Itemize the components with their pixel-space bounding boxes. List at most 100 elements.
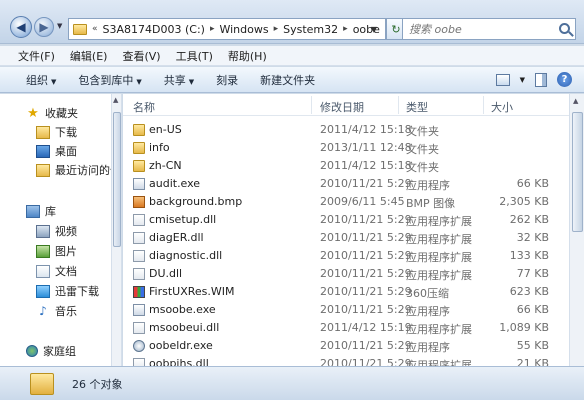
file-list-scroll-thumb[interactable]: [572, 112, 583, 232]
menu-help[interactable]: 帮助(H): [228, 48, 267, 64]
file-row[interactable]: DU.dll 2010/11/21 5:29 应用程序扩展 77 KB: [123, 265, 569, 283]
file-row[interactable]: audit.exe 2010/11/21 5:29 应用程序 66 KB: [123, 175, 569, 193]
file-size: 1,089 KB: [499, 321, 549, 334]
file-type: 应用程序扩展: [406, 215, 472, 228]
bitmap-image-icon: [133, 196, 145, 208]
file-name: background.bmp: [149, 195, 243, 208]
file-row[interactable]: en-US 2011/4/12 15:18 文件夹: [123, 121, 569, 139]
nav-videos-label: 视频: [55, 225, 77, 238]
new-folder-button[interactable]: 新建文件夹: [260, 72, 315, 88]
file-type: 应用程序扩展: [406, 251, 472, 264]
title-bar: ◀ ▶ ▼ « S3A8174D003 (C:) ▸ Windows ▸ Sys…: [0, 0, 584, 44]
file-row[interactable]: msoobe.exe 2010/11/21 5:29 应用程序 66 KB: [123, 301, 569, 319]
nav-videos[interactable]: 视频: [36, 222, 77, 240]
file-row[interactable]: FirstUXRes.WIM 2010/11/21 5:29 360压缩 623…: [123, 283, 569, 301]
file-name: audit.exe: [149, 177, 201, 190]
search-icon[interactable]: [559, 23, 570, 34]
nav-music[interactable]: ♪ 音乐: [36, 302, 77, 320]
breadcrumb-system32[interactable]: System32: [283, 23, 338, 36]
breadcrumb-drive[interactable]: S3A8174D003 (C:): [103, 23, 205, 36]
chevron-right-icon[interactable]: ▸: [343, 24, 348, 34]
file-row[interactable]: cmisetup.dll 2010/11/21 5:29 应用程序扩展 262 …: [123, 211, 569, 229]
chevron-right-icon[interactable]: ▸: [274, 24, 279, 34]
address-overflow-chevron[interactable]: «: [92, 24, 98, 34]
file-type: BMP 图像: [406, 197, 456, 210]
navigation-scroll-thumb[interactable]: [113, 112, 121, 247]
folder-icon: [133, 124, 145, 136]
file-date: 2010/11/21 5:29: [320, 267, 412, 280]
recent-pages-dropdown-icon[interactable]: ▼: [57, 22, 62, 30]
nav-documents[interactable]: 文档: [36, 262, 77, 280]
nav-desktop[interactable]: 桌面: [36, 142, 77, 160]
burn-button[interactable]: 刻录: [216, 72, 238, 88]
file-type: 应用程序: [406, 179, 450, 192]
menu-edit[interactable]: 编辑(E): [70, 48, 108, 64]
column-date[interactable]: 修改日期: [320, 99, 364, 115]
column-type[interactable]: 类型: [406, 99, 428, 115]
file-row[interactable]: oobeldr.exe 2010/11/21 5:29 应用程序 55 KB: [123, 337, 569, 355]
view-options-dropdown-icon[interactable]: ▼: [520, 76, 525, 84]
include-in-library-button[interactable]: 包含到库中 ▼: [78, 72, 141, 88]
libraries-icon: [26, 204, 40, 218]
file-row[interactable]: background.bmp 2009/6/11 5:45 BMP 图像 2,3…: [123, 193, 569, 211]
chevron-down-icon: ▼: [188, 77, 195, 86]
file-date: 2011/4/12 15:18: [320, 123, 412, 136]
preview-pane-icon[interactable]: [535, 72, 547, 87]
column-name[interactable]: 名称: [133, 99, 155, 115]
star-icon: ★: [27, 105, 39, 121]
chevron-right-icon[interactable]: ▸: [210, 24, 215, 34]
back-button[interactable]: ◀: [10, 16, 32, 38]
column-size[interactable]: 大小: [491, 99, 513, 115]
file-row[interactable]: oobpihs.dll 2010/11/21 5:29 应用程序扩展 21 KB: [123, 355, 569, 366]
column-divider[interactable]: [398, 96, 399, 114]
dll-icon: [133, 232, 145, 244]
file-size: 55 KB: [516, 339, 549, 352]
navigation-pane-scrollbar[interactable]: ▲: [112, 94, 122, 366]
column-divider[interactable]: [483, 96, 484, 114]
file-date: 2011/4/12 15:19: [320, 321, 412, 334]
file-type: 文件夹: [406, 125, 439, 138]
file-list-scrollbar[interactable]: ▲: [569, 94, 584, 366]
menu-view[interactable]: 查看(V): [122, 48, 160, 64]
nav-libraries[interactable]: 库: [26, 202, 56, 220]
file-size: 21 KB: [516, 357, 549, 366]
nav-pictures[interactable]: 图片: [36, 242, 77, 260]
file-type: 360压缩: [406, 287, 449, 300]
menu-tools[interactable]: 工具(T): [176, 48, 213, 64]
change-view-icon[interactable]: [495, 73, 510, 86]
nav-downloads[interactable]: 下载: [36, 123, 77, 141]
nav-libraries-label: 库: [45, 205, 56, 218]
nav-favorites[interactable]: ★ 收藏夹: [26, 104, 78, 122]
column-divider[interactable]: [311, 96, 312, 114]
homegroup-icon: [26, 345, 38, 357]
file-row[interactable]: msoobeui.dll 2011/4/12 15:19 应用程序扩展 1,08…: [123, 319, 569, 337]
music-icon: ♪: [39, 304, 47, 318]
column-header-row: 名称 修改日期 类型 大小: [123, 94, 569, 116]
file-row[interactable]: info 2013/1/11 12:48 文件夹: [123, 139, 569, 157]
address-bar[interactable]: « S3A8174D003 (C:) ▸ Windows ▸ System32 …: [68, 18, 386, 40]
address-dropdown-icon[interactable]: ▼: [362, 18, 386, 40]
menu-bar: 文件(F) 编辑(E) 查看(V) 工具(T) 帮助(H): [0, 46, 584, 66]
search-input[interactable]: [409, 22, 549, 36]
search-box[interactable]: [402, 18, 576, 40]
menu-file[interactable]: 文件(F): [18, 48, 55, 64]
help-icon[interactable]: ?: [557, 72, 572, 87]
status-bar: 26 个对象: [0, 366, 584, 400]
organize-button[interactable]: 组织 ▼: [26, 72, 56, 88]
scroll-up-icon[interactable]: ▲: [113, 96, 118, 104]
nav-recent-places[interactable]: 最近访问的位置: [36, 161, 111, 179]
nav-xunlei-downloads[interactable]: 迅雷下载: [36, 282, 99, 300]
nav-homegroup[interactable]: 家庭组: [26, 342, 76, 360]
share-button[interactable]: 共享 ▼: [164, 72, 194, 88]
breadcrumb-windows[interactable]: Windows: [219, 23, 268, 36]
chevron-down-icon: ▼: [51, 77, 57, 86]
archive-icon: [133, 286, 145, 298]
nav-recent-label: 最近访问的位置: [55, 164, 111, 177]
file-size: 77 KB: [516, 267, 549, 280]
file-row[interactable]: diagnostic.dll 2010/11/21 5:29 应用程序扩展 13…: [123, 247, 569, 265]
forward-button[interactable]: ▶: [34, 17, 54, 37]
file-row[interactable]: zh-CN 2011/4/12 15:18 文件夹: [123, 157, 569, 175]
file-row[interactable]: diagER.dll 2010/11/21 5:29 应用程序扩展 32 KB: [123, 229, 569, 247]
scroll-up-icon[interactable]: ▲: [573, 97, 578, 105]
documents-icon: [36, 264, 50, 278]
